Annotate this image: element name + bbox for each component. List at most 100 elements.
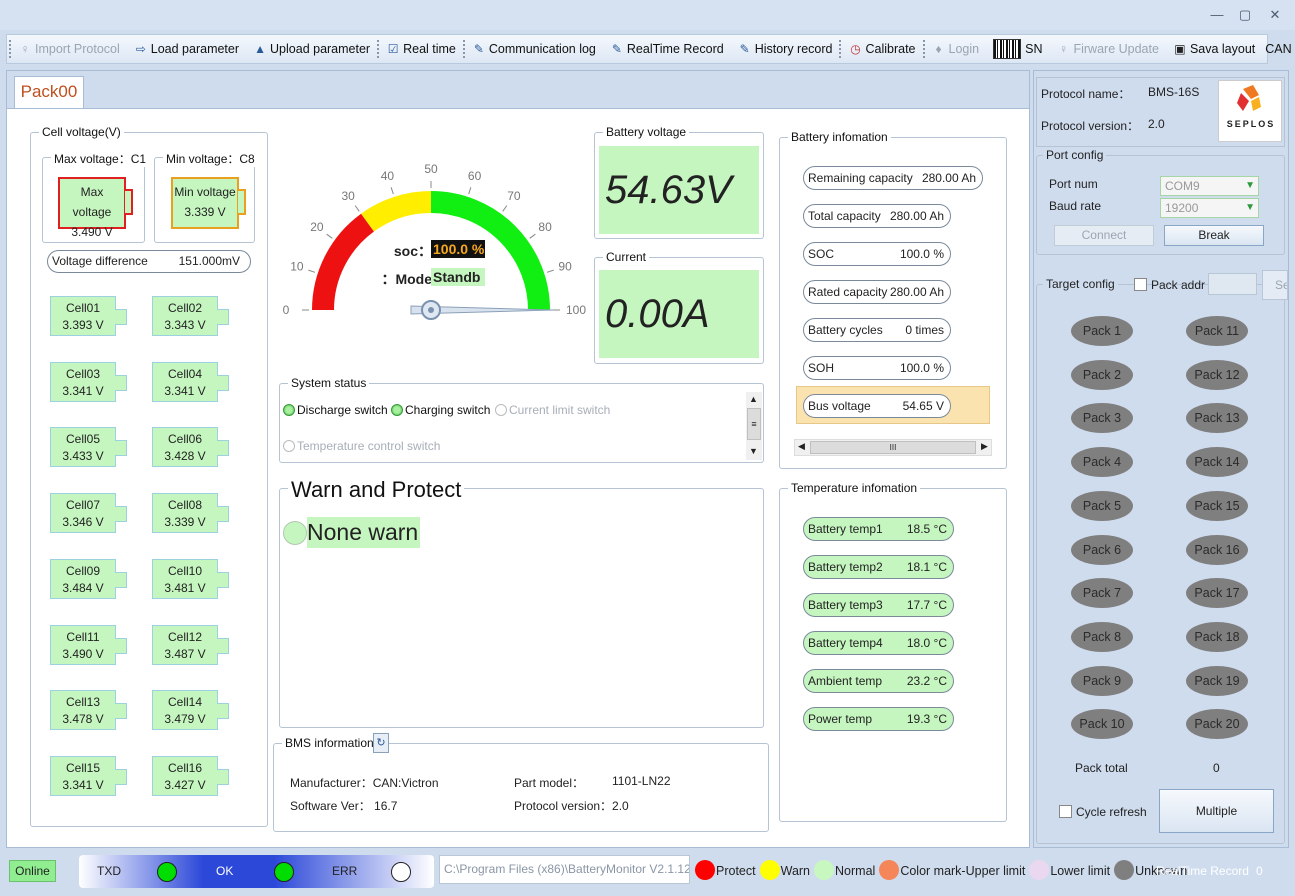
max-voltage-label: Max voltage [72,185,112,219]
real-time-button[interactable]: ☑ Real time [381,36,461,62]
pack-button[interactable]: Pack 5 [1071,490,1133,521]
pack-button[interactable]: Pack 1 [1071,316,1133,346]
cell-block: Cell03 3.341 V [50,361,127,402]
part-model-row: Part model： [514,774,584,791]
temperature-item: Power temp 19.3 °C [803,707,954,731]
mode-label: Mode： [381,271,432,287]
pack-button[interactable]: Pack 4 [1071,447,1133,478]
upload-arrow-icon: ▲ [254,42,266,56]
current-value: 0.00A [599,270,759,358]
connect-button[interactable]: Connect [1054,225,1154,246]
seplos-logo-mark [1237,85,1261,111]
battery-info-label: Battery cycles [808,323,883,337]
gauge-tick-mark [468,187,472,195]
legend-color-icon [759,860,780,880]
cycle-refresh-checkbox[interactable] [1059,805,1072,818]
set-button[interactable]: Se [1262,270,1288,300]
break-button[interactable]: Break [1164,225,1264,246]
realtime-record-button[interactable]: ✎ RealTime Record [605,36,729,62]
pack-button[interactable]: Pack 2 [1071,359,1133,390]
scroll-right-icon[interactable]: ▶ [981,441,988,452]
scroll-left-icon[interactable]: ◀ [798,441,805,452]
communication-log-button[interactable]: ✎ Communication log [467,36,601,62]
ok-led [274,862,294,882]
pack-button[interactable]: Pack 15 [1186,490,1248,521]
battery-info-label: Bus voltage [808,399,871,413]
cell-block: Cell15 3.341 V [50,755,127,796]
cell-voltage: 3.339 V [164,515,206,530]
ok-label: OK [216,864,234,878]
vertical-scrollbar[interactable]: ▲ ≡ ▼ [746,392,762,460]
calibrate-button[interactable]: ◷ Calibrate [843,36,920,62]
barcode-icon [993,39,1022,59]
software-row: Software Ver： 16.7 [290,797,397,814]
pack-button[interactable]: Pack 18 [1186,621,1248,652]
pack-button[interactable]: Pack 9 [1071,665,1133,696]
baud-rate-label: Baud rate [1049,199,1102,213]
minimize-icon[interactable]: — [1206,6,1228,24]
scroll-up-icon[interactable]: ▲ [749,394,758,404]
refresh-icon[interactable]: ↻ [373,733,389,753]
pack-button[interactable]: Pack 6 [1071,534,1133,565]
pack-button[interactable]: Pack 16 [1186,534,1248,565]
gauge-tick-label: 40 [381,169,395,183]
multiple-button[interactable]: Multiple [1159,789,1274,833]
pack-button[interactable]: Pack 12 [1186,359,1248,390]
temperature-item: Ambient temp 23.2 °C [803,669,954,693]
scroll-thumb-vertical[interactable]: ≡ [747,408,761,440]
save-layout-button[interactable]: ▣ Sava layout [1168,36,1260,62]
pack-button[interactable]: Pack 19 [1186,665,1248,696]
import-protocol-button[interactable]: ♀ Import Protocol [13,36,125,62]
protocol-row: Protocol version：2.0 [514,797,629,814]
install-path-field: C:\Program Files (x86)\BatteryMonitor V2… [439,855,690,884]
online-status: Online [9,860,56,882]
voltage-difference: Voltage difference 151.000mV [47,250,251,273]
manufacturer-row: Manufacturer：CAN:Victron [290,774,439,791]
pack-addr-checkbox[interactable] [1134,278,1147,291]
cell-name: Cell11 [66,629,100,644]
save-disk-icon: ▣ [1174,42,1186,56]
load-parameter-button[interactable]: ⇨ Load parameter [129,36,244,62]
pack-button[interactable]: Pack 7 [1071,578,1133,609]
cell-voltage: 3.478 V [62,712,104,727]
pack-button[interactable]: Pack 8 [1071,621,1133,652]
sn-button[interactable]: SN [988,36,1047,62]
tab-pack00[interactable]: Pack00 [14,76,84,108]
pack-button[interactable]: Pack 17 [1186,578,1248,609]
err-label: ERR [332,864,358,878]
login-button[interactable]: ♦ Login [927,36,985,62]
legend-item: Warn [759,860,810,880]
gauge-tick-label: 0 [283,303,290,317]
restore-icon[interactable]: ▢ [1234,6,1256,24]
gauge-tick-label: 100 [566,303,586,317]
close-icon[interactable]: ✕ [1264,6,1286,24]
upload-parameter-button[interactable]: ▲ Upload parameter [248,36,375,62]
firmware-update-button[interactable]: ♀ Firware Update [1051,36,1163,62]
protocol-name-value: BMS-16S [1148,85,1200,99]
can-dropdown[interactable]: CAN▼ [1260,36,1295,62]
cell-name: Cell07 [65,498,101,513]
protocol-label: Protocol version： [514,799,613,813]
status-switch: Charging switch [391,403,490,417]
scroll-down-icon[interactable]: ▼ [749,446,758,456]
baud-rate-select[interactable]: 19200 ▼ [1160,198,1259,218]
toolbar-grip [462,40,465,58]
part-model-label: Part model： [514,776,585,790]
port-num-select[interactable]: COM9 ▼ [1160,176,1259,196]
horizontal-scrollbar[interactable]: ◀ III ▶ [794,439,992,456]
scroll-thumb[interactable]: III [810,441,976,454]
battery-info-label: SOH [808,361,835,375]
pack-addr-input[interactable] [1208,273,1257,295]
history-record-button[interactable]: ✎ History record [733,36,838,62]
gauge-tick-mark [546,269,554,273]
temperature-item: Battery temp4 18.0 °C [803,631,954,655]
pack-button[interactable]: Pack 11 [1186,316,1248,346]
history-icon: ✎ [739,42,750,56]
temperature-label: Battery temp4 [808,636,883,650]
temperature-value: 17.7 °C [906,598,947,612]
pack-button[interactable]: Pack 14 [1186,447,1248,478]
temperature-item: Battery temp2 18.1 °C [803,555,954,579]
toolbar-grip[interactable] [9,40,11,58]
legend-item: Color mark-Upper limit [879,860,1025,880]
battery-info-label: SOC [808,247,835,261]
